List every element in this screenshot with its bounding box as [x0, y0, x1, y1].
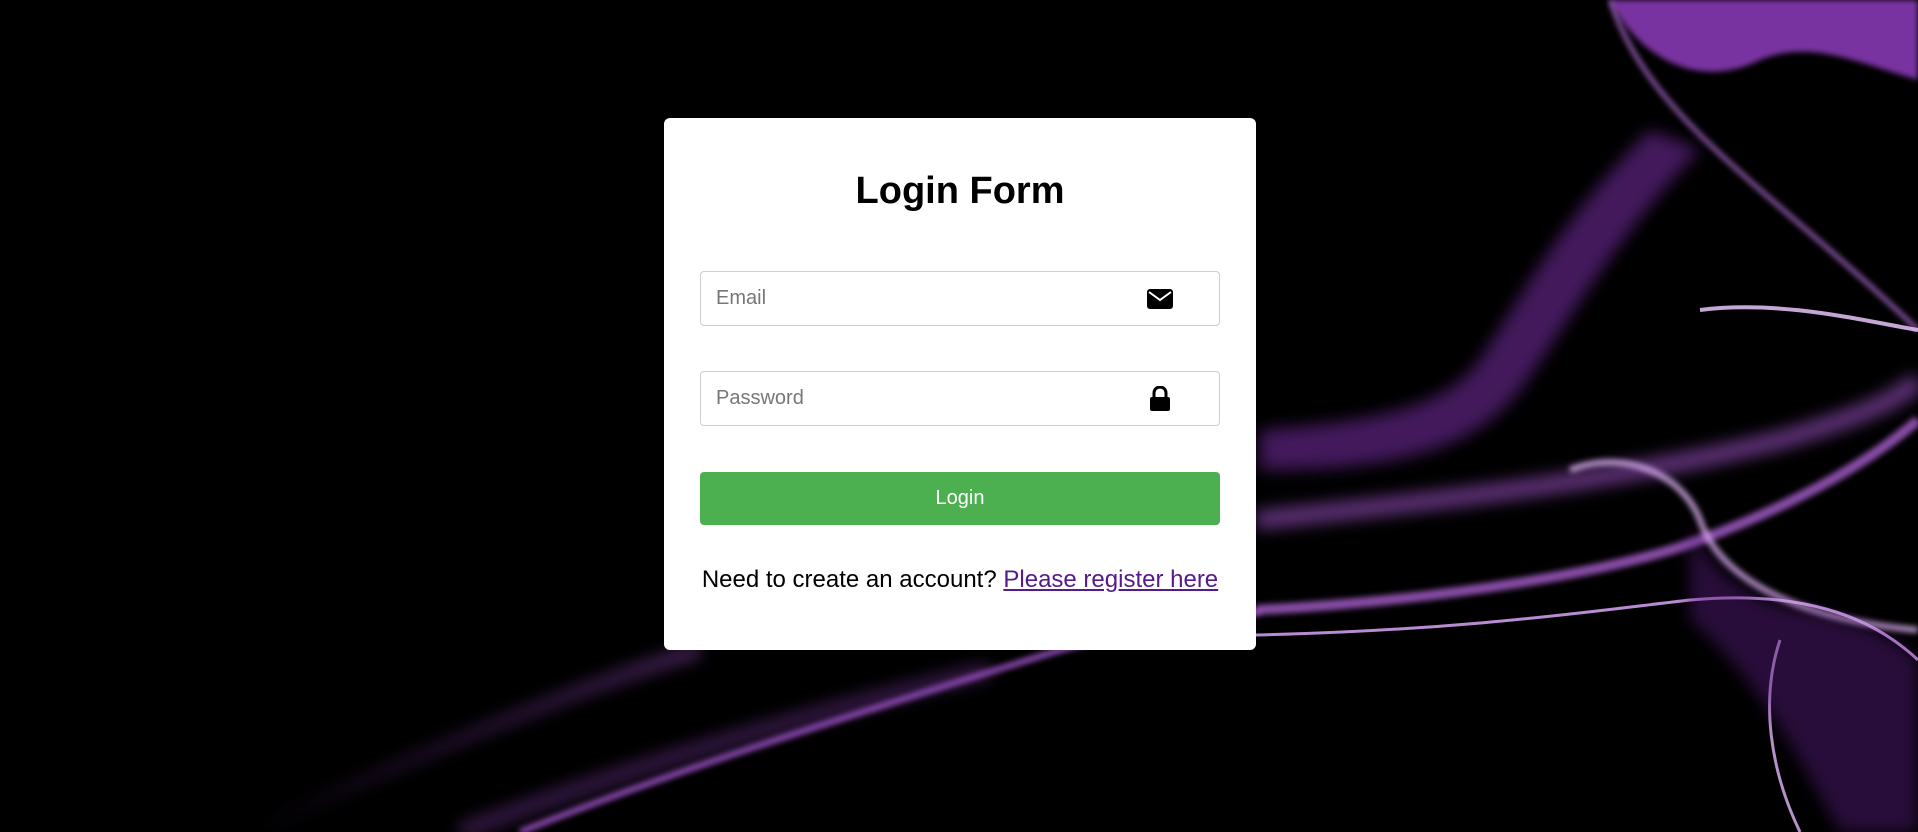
lock-icon [1147, 385, 1173, 412]
page-background: Login Form Login Need to create an acco [0, 0, 1918, 832]
password-input[interactable] [701, 372, 1219, 425]
email-field[interactable] [700, 271, 1220, 326]
register-link[interactable]: Please register here [1003, 566, 1218, 593]
register-prompt: Need to create an account? Please regist… [664, 566, 1256, 594]
login-button[interactable]: Login [700, 472, 1220, 525]
password-field[interactable] [700, 371, 1220, 426]
register-prompt-text: Need to create an account? [701, 566, 1004, 593]
login-card: Login Form Login Need to create an acco [664, 118, 1256, 650]
form-title: Login Form [855, 170, 1065, 212]
email-input[interactable] [701, 272, 1219, 325]
envelope-icon [1147, 286, 1173, 312]
